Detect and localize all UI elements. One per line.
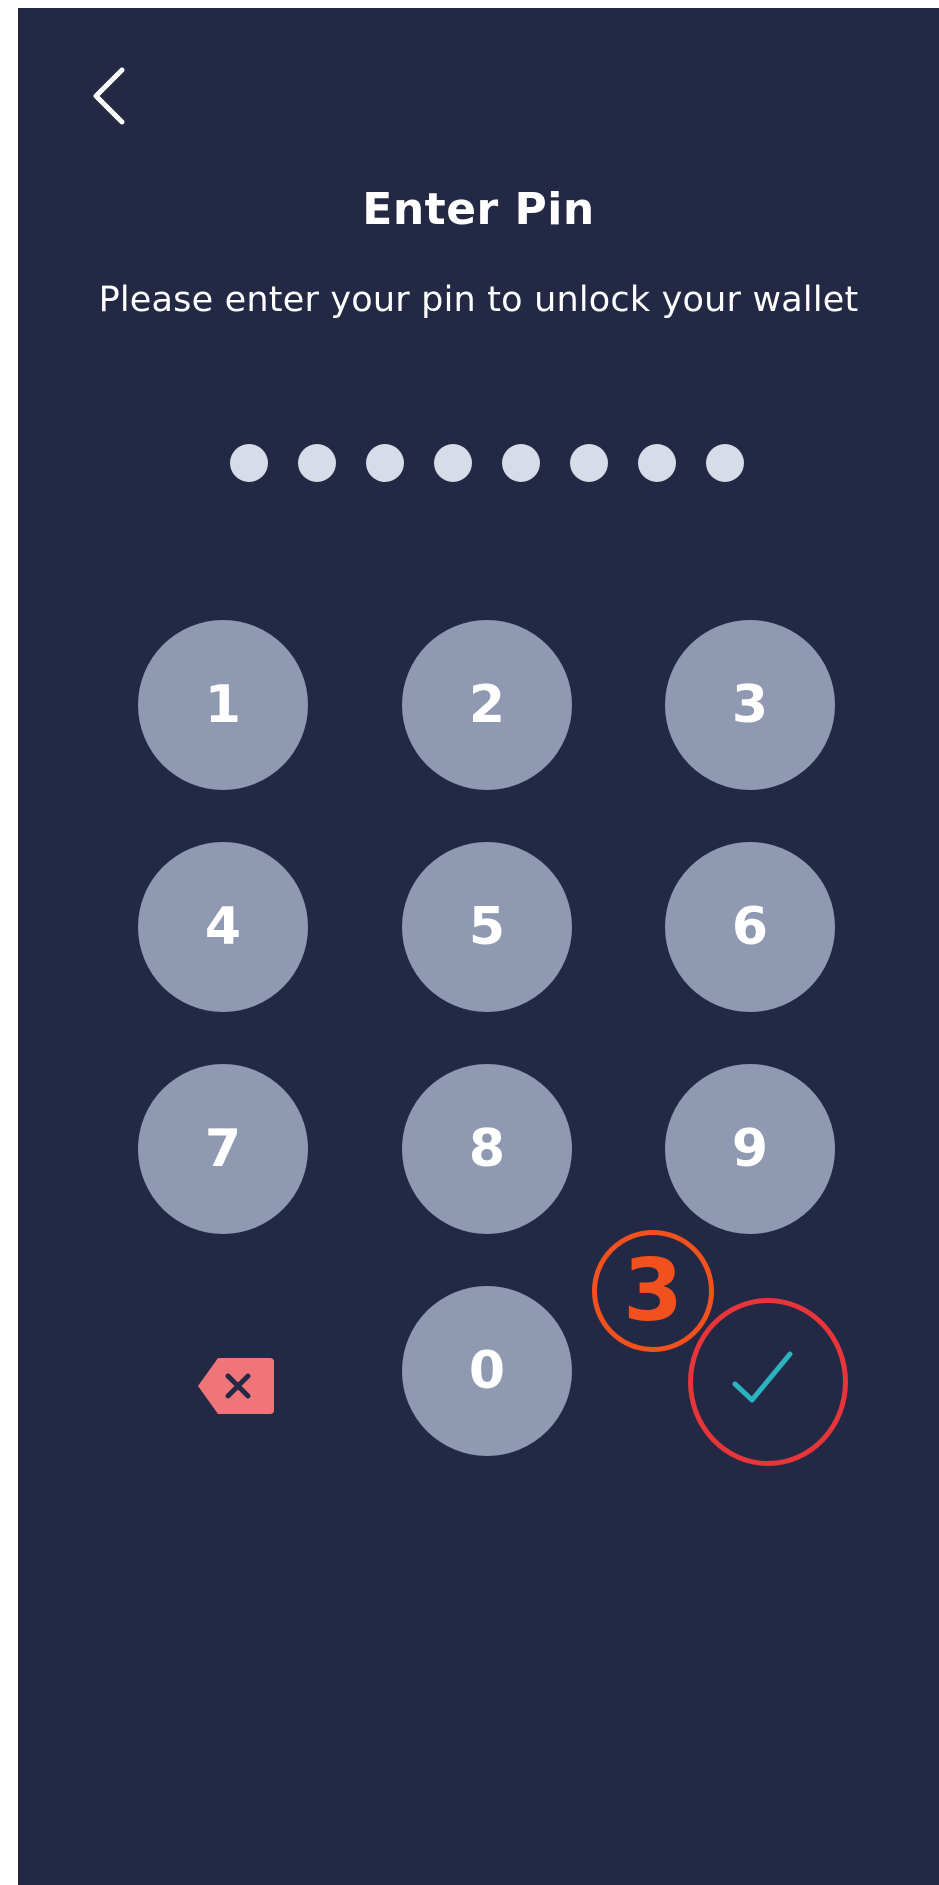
pin-dots — [230, 444, 744, 482]
pin-dot — [570, 444, 608, 482]
confirm-button[interactable] — [690, 1294, 860, 1464]
pin-dot — [502, 444, 540, 482]
back-button[interactable] — [90, 64, 170, 144]
pin-dot — [366, 444, 404, 482]
pin-dot — [434, 444, 472, 482]
backspace-icon — [198, 1358, 274, 1414]
pin-dot — [230, 444, 268, 482]
key-1-button[interactable]: 1 — [138, 620, 308, 790]
key-8-button[interactable]: 8 — [402, 1064, 572, 1234]
key-7-button[interactable]: 7 — [138, 1064, 308, 1234]
key-5-button[interactable]: 5 — [402, 842, 572, 1012]
check-icon — [732, 1351, 793, 1403]
key-4-button[interactable]: 4 — [138, 842, 308, 1012]
key-9-button[interactable]: 9 — [665, 1064, 835, 1234]
key-0-button[interactable]: 0 — [402, 1286, 572, 1456]
pin-dot — [298, 444, 336, 482]
delete-button[interactable] — [178, 1346, 298, 1436]
page-subtitle: Please enter your pin to unlock your wal… — [98, 280, 859, 320]
key-3-button[interactable]: 3 — [665, 620, 835, 790]
pin-dot — [638, 444, 676, 482]
key-6-button[interactable]: 6 — [665, 842, 835, 1012]
pin-dot — [706, 444, 744, 482]
pin-screen: Enter Pin Please enter your pin to unloc… — [18, 8, 939, 1885]
page-title: Enter Pin — [362, 184, 595, 235]
key-2-button[interactable]: 2 — [402, 620, 572, 790]
chevron-left-icon — [93, 67, 125, 125]
